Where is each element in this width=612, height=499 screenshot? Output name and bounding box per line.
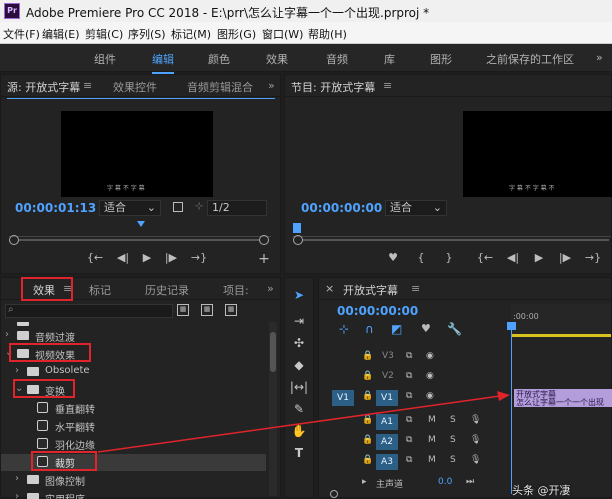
arrow-head-icon [497, 391, 510, 401]
watermark: 头条 @开凄 [512, 484, 571, 497]
tutorial-arrow [97, 391, 510, 453]
arrow-line [97, 395, 501, 453]
